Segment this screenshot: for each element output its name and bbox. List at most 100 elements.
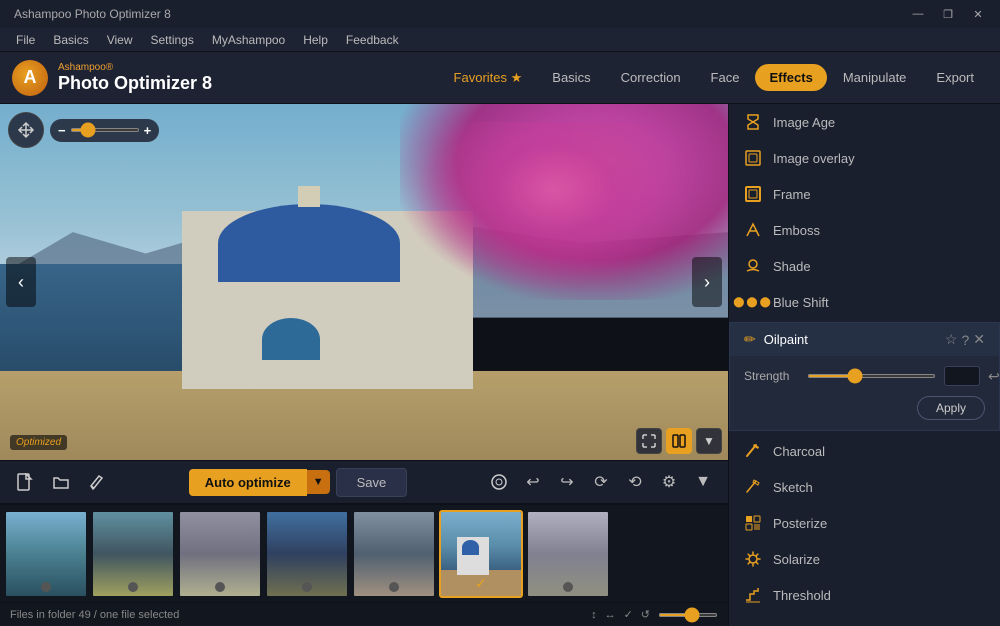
sort-icon[interactable]: ↕ — [591, 609, 597, 621]
menu-settings[interactable]: Settings — [142, 31, 201, 49]
effect-charcoal[interactable]: Charcoal — [729, 433, 1000, 469]
effect-image-age-label: Image Age — [773, 115, 835, 130]
open-file-icon — [52, 473, 70, 491]
rotate-left-button[interactable]: ⟳ — [586, 467, 616, 497]
brand: A Ashampoo® Photo Optimizer 8 — [12, 60, 212, 96]
nav-tabs: Favorites ★ Basics Correction Face Effec… — [440, 64, 988, 92]
menu-myashampoo[interactable]: MyAshampoo — [204, 31, 293, 49]
pan-control[interactable] — [8, 112, 44, 148]
tab-manipulate[interactable]: Manipulate — [829, 64, 921, 91]
effect-threshold[interactable]: Threshold — [729, 577, 1000, 613]
edit-button[interactable] — [82, 467, 112, 497]
thumbnail-6[interactable]: ✓ — [439, 510, 523, 598]
thumbnail-1[interactable] — [4, 510, 88, 598]
oilpaint-star-button[interactable]: ☆ — [945, 331, 958, 348]
titlebar-controls[interactable]: — ❐ ✕ — [904, 0, 992, 28]
minimize-button[interactable]: — — [904, 0, 932, 28]
redo-button[interactable]: ↪ — [552, 467, 582, 497]
undo-button[interactable]: ↩ — [518, 467, 548, 497]
frame-icon — [743, 184, 763, 204]
paint-overlay — [0, 104, 728, 460]
tab-favorites[interactable]: Favorites ★ — [440, 64, 537, 92]
titlebar-left: Ashampoo Photo Optimizer 8 — [8, 7, 171, 21]
auto-optimize-dropdown[interactable]: ▼ — [307, 470, 330, 494]
expand-button[interactable] — [636, 428, 662, 454]
thumbnail-5[interactable] — [352, 510, 436, 598]
thumbnail-size-slider[interactable] — [658, 613, 718, 617]
thumbnail-2[interactable] — [91, 510, 175, 598]
menu-feedback[interactable]: Feedback — [338, 31, 407, 49]
oilpaint-header[interactable]: ✏ Oilpaint ☆ ? ✕ — [730, 323, 999, 356]
tab-basics[interactable]: Basics — [538, 64, 604, 91]
zoom-minus[interactable]: − — [58, 123, 66, 138]
image-area: Optimized ‹ › − + — [0, 104, 728, 460]
split-view-button[interactable] — [666, 428, 692, 454]
effect-image-age[interactable]: Image Age — [729, 104, 1000, 140]
oilpaint-help-button[interactable]: ? — [961, 332, 969, 348]
thumbnail-4[interactable] — [265, 510, 349, 598]
menu-help[interactable]: Help — [295, 31, 336, 49]
resize-icon[interactable]: ↔ — [605, 609, 616, 621]
close-button[interactable]: ✕ — [964, 0, 992, 28]
brand-text: Ashampoo® Photo Optimizer 8 — [58, 62, 212, 94]
statusbar-right: ↕ ↔ ✓ ↺ — [591, 608, 718, 621]
effect-image-overlay[interactable]: Image overlay — [729, 140, 1000, 176]
effect-solarize-label: Solarize — [773, 552, 820, 567]
effect-blue-shift[interactable]: ⬤⬤⬤ Blue Shift — [729, 284, 1000, 320]
tab-face[interactable]: Face — [697, 64, 754, 91]
image-age-icon — [743, 112, 763, 132]
effect-threshold-label: Threshold — [773, 588, 831, 603]
effect-shade[interactable]: Shade — [729, 248, 1000, 284]
menu-basics[interactable]: Basics — [45, 31, 96, 49]
threshold-svg-icon — [744, 586, 762, 604]
apply-button[interactable]: Apply — [917, 396, 985, 420]
effect-frame[interactable]: Frame — [729, 176, 1000, 212]
thumbnail-7[interactable] — [526, 510, 610, 598]
thumbnail-3[interactable] — [178, 510, 262, 598]
oilpaint-close-button[interactable]: ✕ — [973, 331, 985, 348]
strength-reset-button[interactable]: ↩ — [988, 368, 1000, 385]
effect-posterize[interactable]: Posterize — [729, 505, 1000, 541]
sketch-svg-icon — [744, 478, 762, 496]
effect-solarize[interactable]: Solarize — [729, 541, 1000, 577]
new-file-button[interactable] — [10, 467, 40, 497]
zoom-plus[interactable]: + — [144, 123, 152, 138]
strength-slider[interactable] — [807, 374, 936, 378]
effect-sketch[interactable]: Sketch — [729, 469, 1000, 505]
zoom-slider[interactable] — [70, 128, 140, 132]
view-options-button[interactable]: ▼ — [696, 428, 722, 454]
effects-panel: Image Age Image overlay Frame Emboss — [728, 104, 1000, 626]
open-file-button[interactable] — [46, 467, 76, 497]
toolbar: Auto optimize ▼ Save ↩ ↪ ⟳ ⟲ ⚙ ▼ — [0, 460, 728, 504]
menu-view[interactable]: View — [99, 31, 141, 49]
brush-tool-button[interactable] — [484, 467, 514, 497]
tab-effects[interactable]: Effects — [755, 64, 826, 91]
tab-correction[interactable]: Correction — [607, 64, 695, 91]
strength-row: Strength 7 ↩ — [730, 356, 999, 390]
refresh-icon[interactable]: ↺ — [641, 608, 650, 621]
effect-emboss[interactable]: Emboss — [729, 212, 1000, 248]
more-button[interactable]: ▼ — [688, 467, 718, 497]
auto-optimize-group: Auto optimize ▼ Save — [189, 468, 407, 497]
rotate-right-button[interactable]: ⟲ — [620, 467, 650, 497]
menu-file[interactable]: File — [8, 31, 43, 49]
optimized-badge: Optimized — [10, 435, 67, 450]
brand-name-large: Photo Optimizer 8 — [58, 73, 212, 94]
nav-next-button[interactable]: › — [692, 257, 722, 307]
emboss-svg-icon — [744, 221, 762, 239]
tab-export[interactable]: Export — [922, 64, 988, 91]
nav-prev-button[interactable]: ‹ — [6, 257, 36, 307]
maximize-button[interactable]: ❐ — [934, 0, 962, 28]
auto-optimize-button[interactable]: Auto optimize — [189, 469, 307, 496]
brush-icon — [490, 473, 508, 491]
settings-button[interactable]: ⚙ — [654, 467, 684, 497]
thumbnails-strip: ✓ — [0, 504, 728, 602]
strength-value-input[interactable]: 7 — [944, 366, 980, 386]
check-icon[interactable]: ✓ — [624, 608, 633, 621]
effect-shade-label: Shade — [773, 259, 811, 274]
statusbar: Files in folder 49 / one file selected ↕… — [0, 602, 728, 626]
overlay-icon — [744, 149, 762, 167]
effect-charcoal-label: Charcoal — [773, 444, 825, 459]
thumb-indicator-5 — [389, 582, 399, 592]
save-button[interactable]: Save — [336, 468, 408, 497]
